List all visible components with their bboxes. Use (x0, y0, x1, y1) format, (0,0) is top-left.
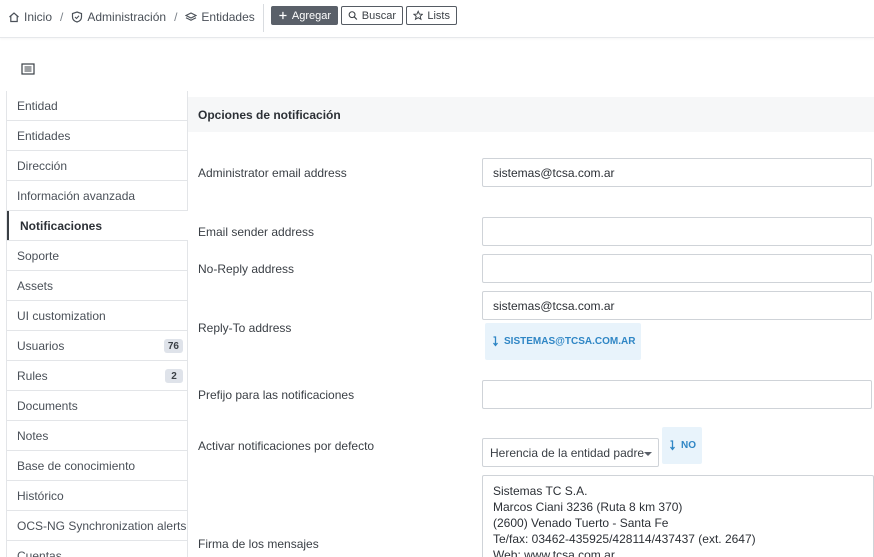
home-icon (9, 12, 19, 23)
sidebar-item-historico[interactable]: Histórico (7, 481, 188, 511)
signature-line: Sistemas TC S.A. (493, 484, 588, 498)
chevron-down-icon (644, 452, 652, 456)
sidebar-item-label: Entidades (17, 128, 71, 143)
prefix-input[interactable] (482, 380, 872, 409)
sidebar-item-notes[interactable]: Notes (7, 421, 188, 451)
sidebar-item-entidad[interactable]: Entidad (7, 91, 188, 121)
search-icon (348, 11, 358, 20)
sidebar-item-usuarios[interactable]: Usuarios 76 (7, 331, 188, 361)
add-button-label: Agregar (291, 9, 331, 22)
sidebar-item-label: Notes (17, 428, 49, 443)
inherited-value-text: NO (681, 440, 696, 451)
search-button-label: Buscar (361, 9, 396, 22)
sidebar-item-label: Notificaciones (20, 218, 103, 233)
search-button[interactable]: Buscar (341, 6, 403, 25)
count-badge: 76 (163, 339, 183, 353)
signature-line: Web: www.tcsa.com.ar (493, 548, 615, 557)
sidebar-item-ocs-ng-alerts[interactable]: OCS-NG Synchronization alerts (7, 511, 188, 541)
plus-icon (279, 11, 287, 20)
signature-label: Firma de los mensajes (198, 537, 319, 551)
breadcrumb: Inicio / Administración / Entidades (8, 9, 255, 25)
sidebar-item-label: Histórico (17, 488, 64, 503)
inherit-arrow-icon (669, 440, 676, 451)
sidebar-item-base-conocimiento[interactable]: Base de conocimiento (7, 451, 188, 481)
sidebar-item-label: Usuarios (17, 338, 65, 353)
breadcrumb-item-administracion[interactable]: Administración (71, 10, 166, 24)
breadcrumb-label: Administración (87, 10, 167, 24)
sidebar-item-cuentas[interactable]: Cuentas (7, 541, 188, 557)
breadcrumb-label: Entidades (201, 10, 255, 24)
signature-textarea[interactable]: Sistemas TC S.A. Marcos Ciani 3236 (Ruta… (482, 475, 874, 557)
panel-title: Opciones de notificación (198, 108, 341, 122)
sidebar-item-notificaciones[interactable]: Notificaciones (7, 211, 188, 241)
list-view-icon[interactable] (21, 63, 35, 75)
breadcrumb-item-inicio[interactable]: Inicio (8, 10, 52, 24)
layers-icon (185, 12, 198, 21)
sidebar-item-label: OCS-NG Synchronization alerts (17, 518, 187, 533)
inherited-value-badge: NO (662, 427, 702, 464)
sidebar-item-label: UI customization (17, 308, 106, 323)
toolbar-divider (263, 4, 264, 32)
sidebar-item-direccion[interactable]: Dirección (7, 151, 188, 181)
star-icon (413, 10, 424, 21)
activate-notifications-label: Activar notificaciones por defecto (198, 439, 375, 453)
sidebar-item-entidades[interactable]: Entidades (7, 121, 188, 151)
admin-email-label: Administrator email address (198, 166, 347, 180)
sidebar-item-label: Dirección (17, 158, 68, 173)
sidebar-item-label: Soporte (17, 248, 60, 263)
add-button[interactable]: Agregar (271, 6, 338, 25)
sidebar-item-label: Base de conocimiento (17, 458, 136, 473)
noreply-label: No-Reply address (198, 262, 295, 276)
inherited-value-text: SISTEMAS@TCSA.COM.AR (504, 336, 636, 347)
sidebar-item-label: Cuentas (17, 548, 62, 557)
inherited-value-badge: SISTEMAS@TCSA.COM.AR (485, 323, 642, 360)
lists-button-label: Lists (427, 9, 450, 22)
noreply-input[interactable] (482, 254, 872, 283)
breadcrumb-separator: / (60, 10, 64, 24)
breadcrumb-item-entidades[interactable]: Entidades (185, 10, 255, 24)
sidebar-item-label: Rules (17, 368, 48, 383)
sidebar-item-rules[interactable]: Rules 2 (7, 361, 188, 391)
breadcrumb-label: Inicio (24, 10, 53, 24)
sidebar-item-informacion-avanzada[interactable]: Información avanzada (7, 181, 188, 211)
admin-email-input[interactable] (482, 158, 872, 187)
breadcrumb-separator: / (174, 10, 178, 24)
sidebar-tabs: Entidad Entidades Dirección Información … (6, 91, 188, 557)
sender-email-input[interactable] (482, 217, 872, 246)
sidebar-item-label: Assets (17, 278, 54, 293)
signature-line: Te/fax: 03462-435925/428114/437437 (ext.… (493, 532, 756, 546)
inherit-arrow-icon (492, 336, 499, 347)
sidebar-item-label: Documents (17, 398, 78, 413)
sidebar-item-label: Información avanzada (17, 188, 136, 203)
signature-line: Marcos Ciani 3236 (Ruta 8 km 370) (493, 500, 683, 514)
panel-header: Opciones de notificación (188, 97, 874, 132)
sender-email-label: Email sender address (198, 225, 315, 239)
lists-button[interactable]: Lists (406, 6, 457, 25)
replyto-label: Reply-To address (198, 321, 292, 335)
replyto-input[interactable] (482, 291, 872, 320)
top-bar: Inicio / Administración / Entidades Agre… (0, 0, 874, 38)
sidebar-item-label: Entidad (17, 98, 58, 113)
shield-icon (72, 11, 83, 23)
sidebar-item-documents[interactable]: Documents (7, 391, 188, 421)
sidebar-item-assets[interactable]: Assets (7, 271, 188, 301)
prefix-label: Prefijo para las notificaciones (198, 388, 355, 402)
activate-notifications-select[interactable]: Herencia de la entidad padre (482, 438, 659, 467)
signature-line: (2600) Venado Tuerto - Santa Fe (493, 516, 669, 530)
sidebar-item-ui-customization[interactable]: UI customization (7, 301, 188, 331)
count-badge: 2 (165, 369, 183, 383)
sidebar-item-soporte[interactable]: Soporte (7, 241, 188, 271)
select-value: Herencia de la entidad padre (490, 445, 645, 460)
